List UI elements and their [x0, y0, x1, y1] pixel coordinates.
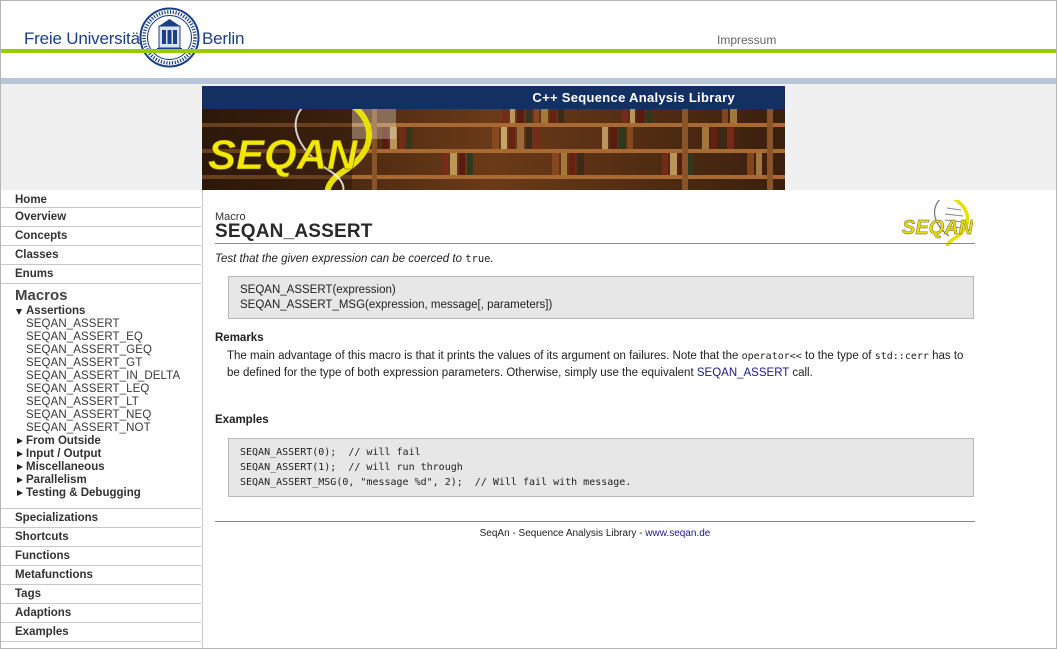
sidebar-group-label: Parallelism — [26, 474, 87, 486]
example-code-line: SEQAN_ASSERT(1); // will run through — [240, 462, 463, 473]
sidebar-item-concepts[interactable]: Concepts — [1, 227, 201, 246]
collapsed-triangle-icon — [17, 477, 23, 483]
example-code-box: SEQAN_ASSERT(0); // will fail SEQAN_ASSE… — [228, 438, 974, 497]
sidebar-item-metafunctions[interactable]: Metafunctions — [1, 566, 201, 585]
sidebar-group-testing-debugging[interactable]: Testing & Debugging — [1, 487, 201, 500]
browser-page: Freie Universität Berlin Impressum C++ S… — [0, 0, 1057, 649]
remarks-part: call. — [792, 367, 813, 379]
bookshelf-illustration: SEQAN — [202, 109, 785, 190]
sidebar-leaf-seqan-assert-neq[interactable]: SEQAN_ASSERT_NEQ — [1, 409, 201, 422]
sidebar-item-functions[interactable]: Functions — [1, 547, 201, 566]
remarks-code: operator<< — [741, 351, 802, 362]
sidebar-bottom-list: Specializations Shortcuts Functions Meta… — [1, 508, 201, 642]
sidebar-item-enums[interactable]: Enums — [1, 265, 201, 284]
collapsed-triangle-icon — [17, 438, 23, 444]
sidebar-leaf-seqan-assert-lt[interactable]: SEQAN_ASSERT_LT — [1, 396, 201, 409]
sidebar-item-tags[interactable]: Tags — [1, 585, 201, 604]
sidebar-group-label: Testing & Debugging — [26, 487, 141, 499]
sidebar-leaf-seqan-assert-in-delta[interactable]: SEQAN_ASSERT_IN_DELTA — [1, 370, 201, 383]
sidebar-group-parallelism[interactable]: Parallelism — [1, 474, 201, 487]
sidebar-group-miscellaneous[interactable]: Miscellaneous — [1, 461, 201, 474]
university-name-right: Berlin — [202, 29, 245, 48]
remarks-part: to the type of — [805, 350, 872, 362]
banner-title: C++ Sequence Analysis Library — [532, 90, 735, 105]
sidebar-group-label: From Outside — [26, 435, 101, 447]
summary-code: true — [465, 253, 491, 265]
sidebar-current-section[interactable]: Macros — [1, 287, 201, 305]
footer-divider — [215, 521, 975, 522]
signature-line: SEQAN_ASSERT(expression) — [240, 284, 396, 296]
small-logo-text: SEQAN — [902, 217, 973, 239]
sidebar-item-classes[interactable]: Classes — [1, 246, 201, 265]
sidebar-group-label: Miscellaneous — [26, 461, 105, 473]
sidebar-navigation: Home Overview Concepts Classes Enums Mac… — [1, 190, 203, 648]
example-code-line: SEQAN_ASSERT(0); // will fail — [240, 447, 421, 458]
sidebar-item-shortcuts[interactable]: Shortcuts — [1, 528, 201, 547]
university-seal-icon[interactable] — [139, 7, 200, 68]
sidebar-item-overview[interactable]: Overview — [1, 208, 201, 227]
university-name-left: Freie Universität — [24, 29, 145, 48]
sidebar-leaf-seqan-assert-leq[interactable]: SEQAN_ASSERT_LEQ — [1, 383, 201, 396]
page-footer: SeqAn - Sequence Analysis Library - www.… — [215, 528, 975, 539]
sidebar-group-label: Input / Output — [26, 448, 102, 460]
signature-line: SEQAN_ASSERT_MSG(expression, message[, p… — [240, 299, 553, 311]
sidebar-leaf-seqan-assert-eq[interactable]: SEQAN_ASSERT_EQ — [1, 331, 201, 344]
footer-link[interactable]: www.seqan.de — [645, 528, 710, 539]
sidebar-top-list: Home Overview Concepts Classes Enums — [1, 190, 201, 284]
sidebar-leaf-seqan-assert-not[interactable]: SEQAN_ASSERT_NOT — [1, 422, 201, 435]
seqan-assert-link[interactable]: SEQAN_ASSERT — [697, 367, 789, 379]
collapsed-triangle-icon — [17, 451, 23, 457]
summary-suffix: . — [490, 253, 494, 265]
footer-text: SeqAn - Sequence Analysis Library - — [479, 528, 643, 539]
sidebar-item-specializations[interactable]: Specializations — [1, 508, 201, 528]
summary-prefix: Test that the given expression can be co… — [215, 253, 462, 265]
sidebar-group-input-output[interactable]: Input / Output — [1, 448, 201, 461]
banner-title-bar: C++ Sequence Analysis Library — [202, 86, 785, 109]
signature-box: SEQAN_ASSERT(expression) SEQAN_ASSERT_MS… — [228, 276, 974, 319]
page-title: SEQAN_ASSERT — [215, 221, 373, 242]
remarks-code: std::cerr — [874, 351, 929, 362]
remarks-text: The main advantage of this macro is that… — [227, 348, 969, 382]
header-green-rule — [1, 49, 1056, 53]
sidebar-item-adaptions[interactable]: Adaptions — [1, 604, 201, 623]
sidebar-macros-section: Macros Assertions SEQAN_ASSERT SEQAN_ASS… — [1, 287, 201, 500]
impressum-link[interactable]: Impressum — [717, 33, 776, 47]
sidebar-item-home[interactable]: Home — [1, 190, 201, 208]
remarks-part: The main advantage of this macro is that… — [227, 350, 739, 362]
bookshelf-image: SEQAN — [202, 109, 785, 190]
title-divider — [215, 243, 975, 244]
sidebar-group-from-outside[interactable]: From Outside — [1, 435, 201, 448]
collapsed-triangle-icon — [17, 490, 23, 496]
seqan-logo-text: SEQAN — [208, 131, 359, 179]
sidebar-group-label: Assertions — [26, 305, 86, 317]
sidebar-group-assertions[interactable]: Assertions — [1, 305, 201, 318]
expanded-triangle-icon — [16, 309, 22, 315]
summary-text: Test that the given expression can be co… — [215, 253, 494, 265]
seqan-banner: C++ Sequence Analysis Library SEQAN — [202, 86, 785, 190]
sidebar-item-examples[interactable]: Examples — [1, 623, 201, 642]
remarks-heading: Remarks — [215, 332, 264, 344]
example-code-line: SEQAN_ASSERT_MSG(0, "message %d", 2); //… — [240, 477, 632, 488]
examples-heading: Examples — [215, 414, 269, 426]
seqan-small-logo-icon: SEQAN — [902, 200, 973, 246]
sidebar-leaf-seqan-assert-geq[interactable]: SEQAN_ASSERT_GEQ — [1, 344, 201, 357]
university-header: Freie Universität Berlin Impressum — [1, 1, 1056, 68]
collapsed-triangle-icon — [17, 464, 23, 470]
sidebar-leaf-seqan-assert-gt[interactable]: SEQAN_ASSERT_GT — [1, 357, 201, 370]
sidebar-leaf-seqan-assert[interactable]: SEQAN_ASSERT — [1, 318, 201, 331]
